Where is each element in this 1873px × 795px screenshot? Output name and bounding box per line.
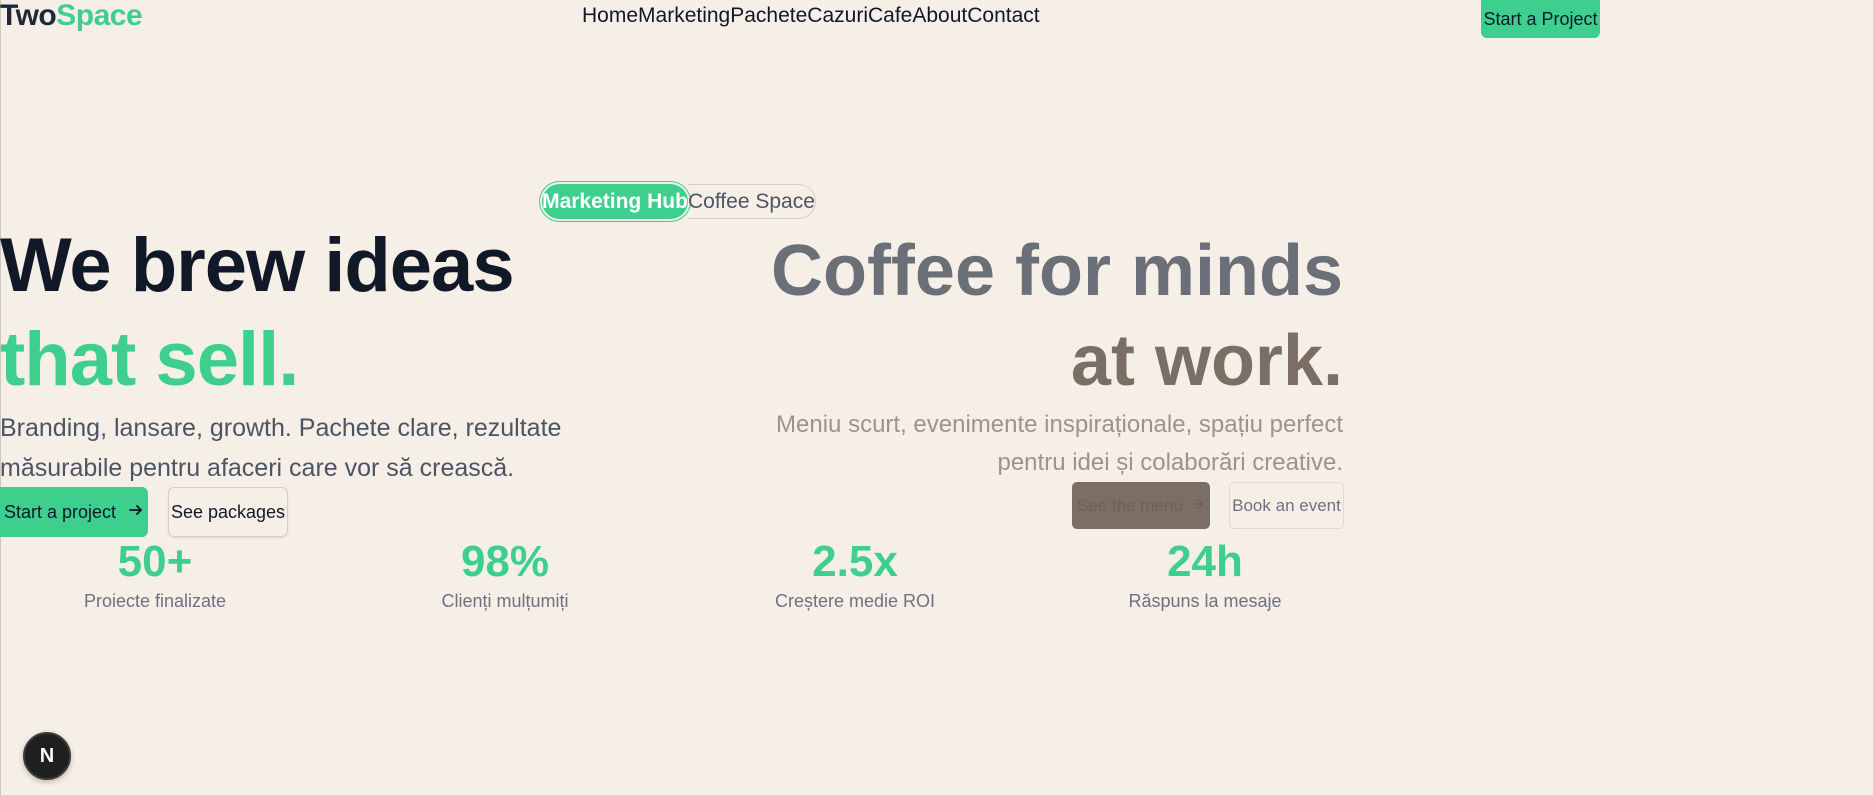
nav-marketing[interactable]: Marketing — [638, 4, 730, 28]
logo-text-space: Space — [56, 0, 143, 32]
stat-response: 24h Răspuns la mesaje — [1105, 535, 1305, 613]
marketing-headline-line1: We brew ideas — [0, 223, 515, 308]
coffee-headline-line2: at work. — [1070, 321, 1343, 401]
nav-cafe[interactable]: Cafe — [868, 4, 912, 28]
book-event-button[interactable]: Book an event — [1229, 482, 1344, 529]
stat-label: Creștere medie ROI — [774, 591, 936, 611]
coffee-lead: Meniu scurt, evenimente inspiraționale, … — [776, 411, 1343, 476]
see-menu-button[interactable]: See the menu — [1072, 482, 1210, 529]
nav-cazuri[interactable]: Cazuri — [807, 4, 868, 28]
nav-about[interactable]: About — [912, 4, 967, 28]
logo[interactable]: TwoSpace — [0, 0, 143, 32]
stat-clients: 98% Clienți mulțumiți — [405, 535, 605, 613]
toggle-marketing-hub[interactable]: Marketing Hub — [542, 184, 688, 219]
see-packages-button[interactable]: See packages — [168, 487, 288, 537]
stat-value: 98% — [460, 537, 550, 586]
start-project-label: Start a project — [3, 501, 117, 522]
marketing-headline-line2: that sell. — [0, 317, 299, 402]
nav-contact[interactable]: Contact — [967, 4, 1039, 28]
header-start-project-button[interactable]: Start a Project — [1481, 0, 1600, 38]
stat-label: Răspuns la mesaje — [1128, 591, 1282, 611]
marketing-lead: Branding, lansare, growth. Pachete clare… — [0, 414, 562, 482]
mode-toggle: Marketing Hub Coffee Space — [542, 184, 816, 219]
logo-text-two: Two — [0, 0, 57, 32]
nav-pachete[interactable]: Pachete — [730, 4, 807, 28]
stat-projects: 50+ Proiecte finalizate — [55, 535, 255, 613]
stat-roi: 2.5x Creștere medie ROI — [755, 535, 955, 613]
stat-value: 2.5x — [812, 537, 898, 586]
main-nav: Home Marketing Pachete Cazuri Cafe About… — [582, 4, 1040, 28]
nav-home[interactable]: Home — [582, 4, 638, 28]
arrow-right-icon — [1191, 496, 1205, 516]
see-menu-label: See the menu — [1077, 495, 1183, 515]
coffee-headline-line1: Coffee for minds — [770, 231, 1343, 311]
stat-value: 24h — [1167, 537, 1243, 586]
stat-label: Clienți mulțumiți — [441, 591, 569, 611]
nextjs-dev-indicator-icon[interactable]: N — [23, 732, 71, 780]
stat-value: 50+ — [117, 537, 193, 586]
start-project-button[interactable]: Start a project — [0, 487, 148, 537]
stat-label: Proiecte finalizate — [83, 591, 227, 611]
arrow-right-icon — [128, 502, 144, 523]
toggle-coffee-space[interactable]: Coffee Space — [688, 184, 816, 219]
